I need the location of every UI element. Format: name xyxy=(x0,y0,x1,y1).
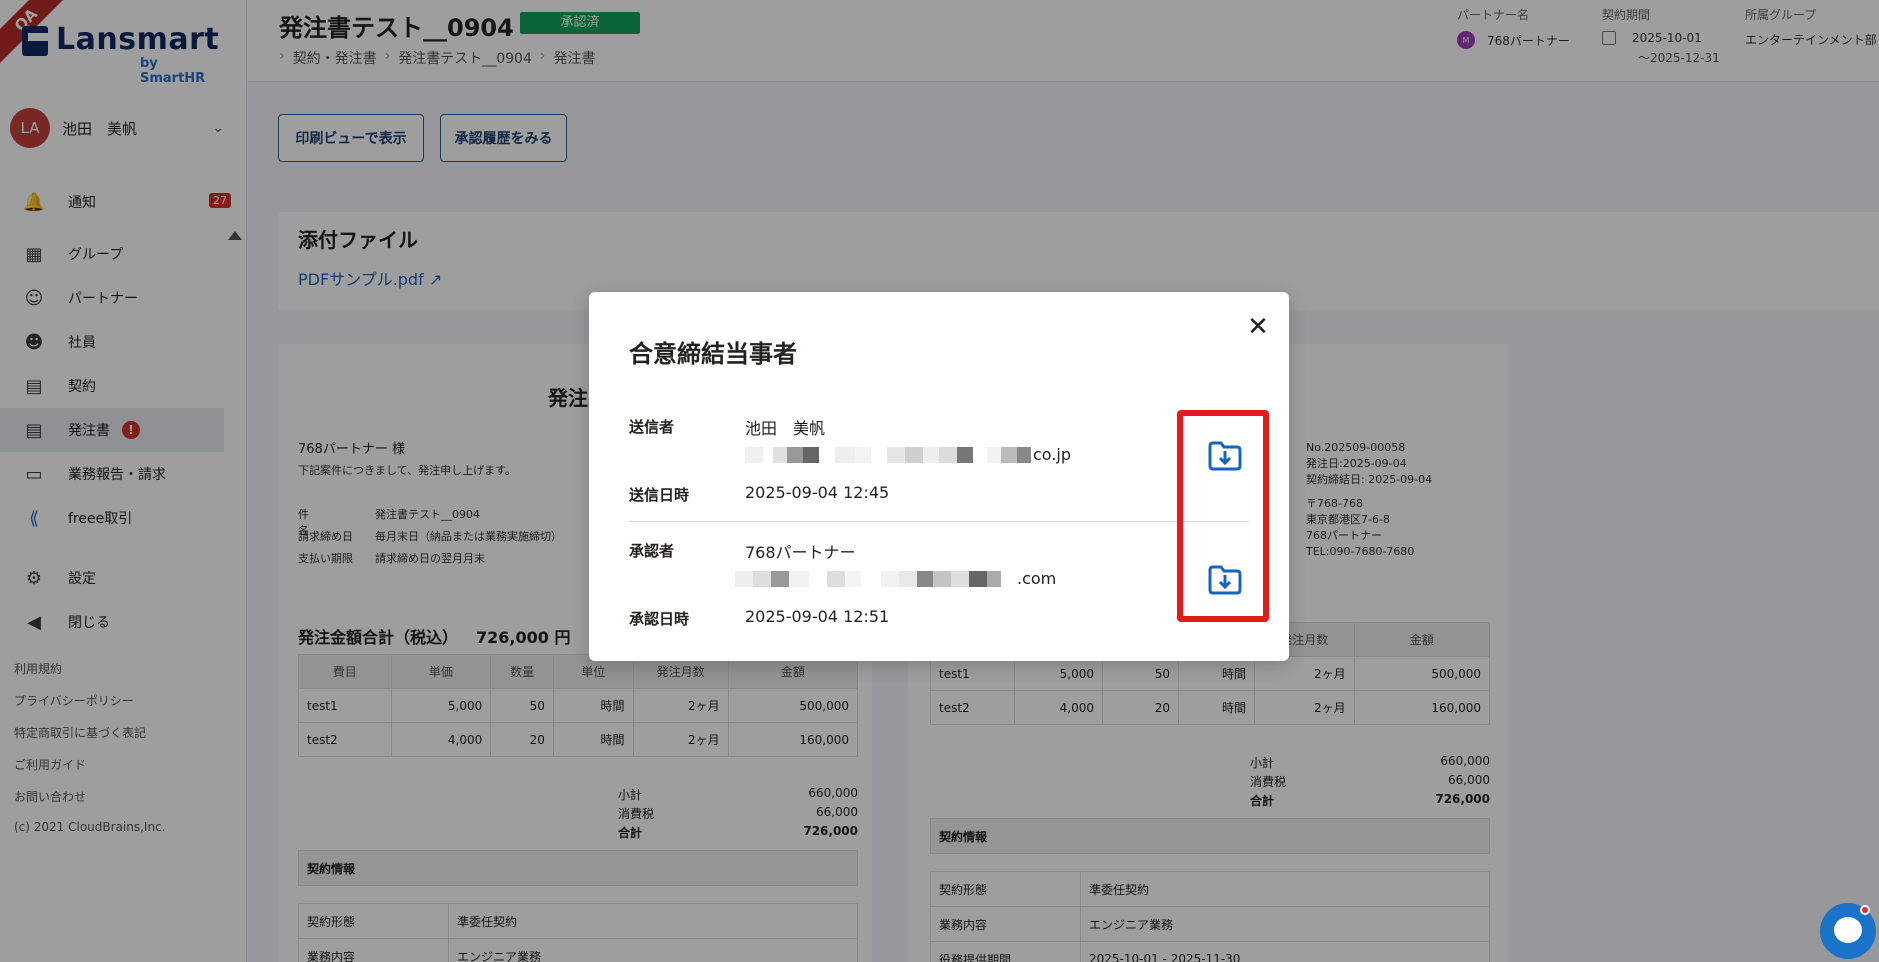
approver-name: 768パートナー xyxy=(745,543,856,562)
highlight-box xyxy=(1177,410,1269,622)
approved-at-value: 2025-09-04 12:51 xyxy=(745,607,890,626)
sent-at-value: 2025-09-04 12:45 xyxy=(745,483,890,502)
chat-bubble-icon xyxy=(1834,917,1862,943)
sender-email: co.jp xyxy=(745,445,1071,464)
sender-label: 送信者 xyxy=(629,418,675,436)
approver-label: 承認者 xyxy=(629,542,675,560)
modal-title: 合意締結当事者 xyxy=(629,340,797,368)
sender-name: 池田 美帆 xyxy=(745,419,826,438)
sender-email-suffix: co.jp xyxy=(1033,445,1071,464)
sent-at-label: 送信日時 xyxy=(629,486,690,504)
approver-email-suffix: .com xyxy=(1017,569,1057,588)
parties-modal: 合意締結当事者 ✕ 送信者 池田 美帆 co.jp 送信日時 2025-09-0… xyxy=(589,292,1289,661)
approved-at-label: 承認日時 xyxy=(629,610,690,628)
divider xyxy=(629,521,1249,522)
approver-email: .com xyxy=(735,569,1056,588)
chat-button[interactable] xyxy=(1820,903,1876,959)
close-icon[interactable]: ✕ xyxy=(1245,314,1271,340)
chat-unread-dot xyxy=(1860,905,1870,915)
